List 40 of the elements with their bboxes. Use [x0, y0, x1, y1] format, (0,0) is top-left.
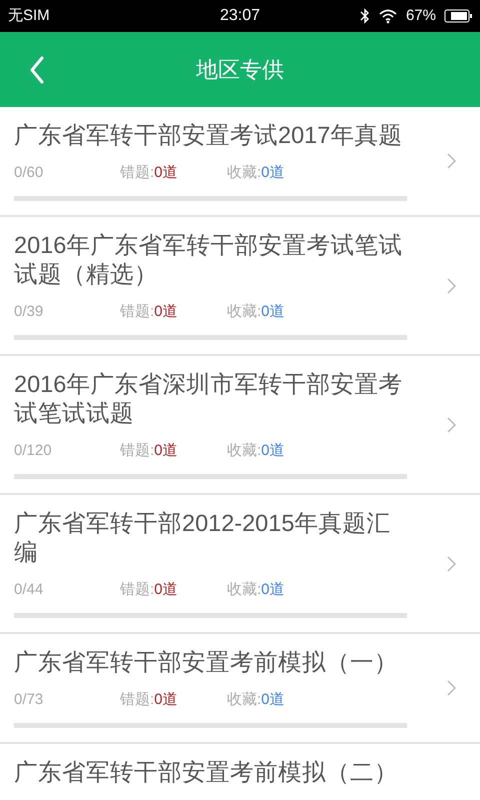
exam-item[interactable]: 广东省军转干部安置考前模拟（二）: [0, 744, 480, 800]
chevron-icon: [447, 556, 456, 572]
progress-count: 0/60: [14, 162, 44, 183]
favorite-count: 收藏:0道: [227, 302, 285, 322]
chevron-icon: [447, 278, 456, 294]
wrong-count: 错题:0道: [120, 580, 179, 600]
wrong-count: 错题:0道: [120, 690, 179, 710]
battery-icon: [444, 9, 472, 23]
progress-count: 0/120: [14, 440, 53, 461]
progress-count: 0/39: [14, 302, 44, 322]
exam-item[interactable]: 广东省军转干部安置考前模拟（一） 0/73 错题:0道 收藏:0道: [0, 634, 480, 744]
exam-title: 广东省军转干部2012-2015年真题汇编: [14, 509, 392, 567]
page-title: 地区专供: [196, 56, 284, 84]
exam-item[interactable]: 广东省军转干部2012-2015年真题汇编 0/44 错题:0道 收藏:0道: [0, 495, 480, 634]
favorite-count: 收藏:0道: [227, 440, 285, 461]
progress-count: 0/44: [14, 580, 44, 600]
exam-title: 广东省军转干部安置考前模拟（二）: [14, 758, 399, 787]
carrier-text: 无SIM: [8, 6, 50, 26]
exam-title: 广东省军转干部安置考前模拟（一）: [14, 648, 399, 677]
chevron-icon: [447, 416, 456, 432]
back-icon: [29, 56, 45, 84]
progress-count: 0/73: [14, 690, 44, 710]
chevron-icon: [447, 153, 456, 169]
battery-text: 67%: [406, 6, 436, 26]
clock-text: 23:07: [220, 6, 260, 26]
wrong-count: 错题:0道: [120, 162, 179, 183]
bluetooth-icon: [360, 8, 370, 24]
favorite-count: 收藏:0道: [227, 162, 285, 183]
favorite-count: 收藏:0道: [227, 690, 285, 710]
exam-title: 2016年广东省深圳市军转干部安置考试笔试试题: [14, 370, 404, 428]
exam-item[interactable]: 广东省军转干部安置考试2017年真题 0/60 错题:0道 收藏:0道: [0, 107, 480, 217]
favorite-count: 收藏:0道: [227, 580, 285, 600]
chevron-icon: [447, 680, 456, 696]
exam-title: 广东省军转干部安置考试2017年真题: [14, 121, 404, 150]
exam-item[interactable]: 2016年广东省深圳市军转干部安置考试笔试试题 0/120 错题:0道 收藏:0道: [0, 356, 480, 495]
exam-title: 2016年广东省军转干部安置考试笔试试题（精选）: [14, 231, 404, 289]
wrong-count: 错题:0道: [120, 302, 179, 322]
exam-item[interactable]: 2016年广东省军转干部安置考试笔试试题（精选） 0/39 错题:0道 收藏:0道: [0, 217, 480, 356]
wifi-icon: [378, 8, 398, 24]
wrong-count: 错题:0道: [120, 440, 179, 461]
